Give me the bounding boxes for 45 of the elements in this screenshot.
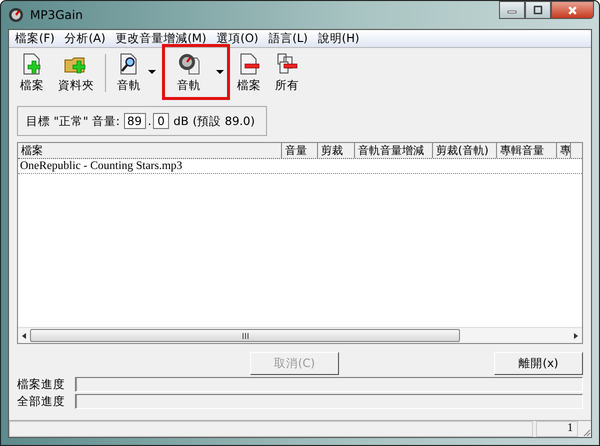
exit-button[interactable]: 離開(x) — [494, 352, 583, 375]
gauge-icon — [177, 52, 201, 76]
window-title: MP3Gain — [30, 8, 83, 22]
progress-label: 檔案進度 — [17, 377, 66, 392]
column-header[interactable]: 專輯音量 — [497, 143, 557, 158]
toolbar-button[interactable]: 音軌 — [165, 48, 213, 96]
menu-item[interactable]: 語言(L) — [268, 31, 308, 46]
toolbar-button[interactable]: 檔案 — [233, 48, 265, 96]
file-row[interactable]: OneRepublic - Counting Stars.mp3 — [18, 159, 582, 174]
resize-grip-icon[interactable] — [581, 427, 591, 437]
maximize-button[interactable] — [525, 1, 551, 19]
volume-integer-field[interactable]: 89 — [124, 113, 146, 129]
unit-label: dB — [173, 114, 189, 128]
menu-item[interactable]: 說明(H) — [318, 31, 360, 46]
column-header[interactable]: 音軌音量增減 — [355, 143, 433, 158]
minimize-button[interactable] — [499, 1, 525, 19]
scroll-left-icon[interactable] — [22, 332, 26, 338]
dropdown-arrow-icon[interactable] — [148, 70, 156, 74]
toolbar-button[interactable]: 檔案 — [16, 48, 48, 96]
toolbar-button[interactable]: 資料夾 — [54, 48, 98, 96]
maximize-icon — [533, 5, 543, 15]
progress-label: 全部進度 — [17, 394, 66, 409]
dropdown-arrow-icon[interactable] — [216, 70, 224, 74]
file-count: 1 — [536, 421, 578, 437]
scroll-right-icon[interactable] — [574, 332, 578, 338]
column-header[interactable]: 音量 — [282, 143, 318, 158]
menu-item[interactable]: 分析(A) — [64, 31, 106, 46]
grip-lines-icon — [242, 332, 248, 338]
volume-decimal-field[interactable]: 0 — [153, 113, 170, 129]
toolbar-button[interactable]: 所有 — [271, 48, 303, 96]
horizontal-scrollbar[interactable] — [18, 327, 582, 343]
files-minus-icon — [275, 52, 299, 76]
column-header[interactable]: 剪裁(音軌) — [433, 143, 497, 158]
column-header[interactable]: 剪裁 — [318, 143, 355, 158]
menu-item[interactable]: 更改音量增減(M) — [115, 31, 206, 46]
close-icon — [567, 4, 578, 16]
toolbar-button[interactable]: 音軌 — [113, 48, 145, 96]
default-label: (預設 89.0) — [192, 114, 255, 128]
decimal-point: . — [148, 114, 152, 128]
column-header[interactable]: 檔案 — [18, 143, 282, 158]
close-button[interactable] — [551, 1, 594, 19]
target-label: 目標 "正常" 音量: — [26, 114, 120, 128]
menu-item[interactable]: 檔案(F) — [15, 31, 55, 46]
app-icon — [8, 7, 24, 23]
menu-item[interactable]: 選項(O) — [216, 31, 258, 46]
